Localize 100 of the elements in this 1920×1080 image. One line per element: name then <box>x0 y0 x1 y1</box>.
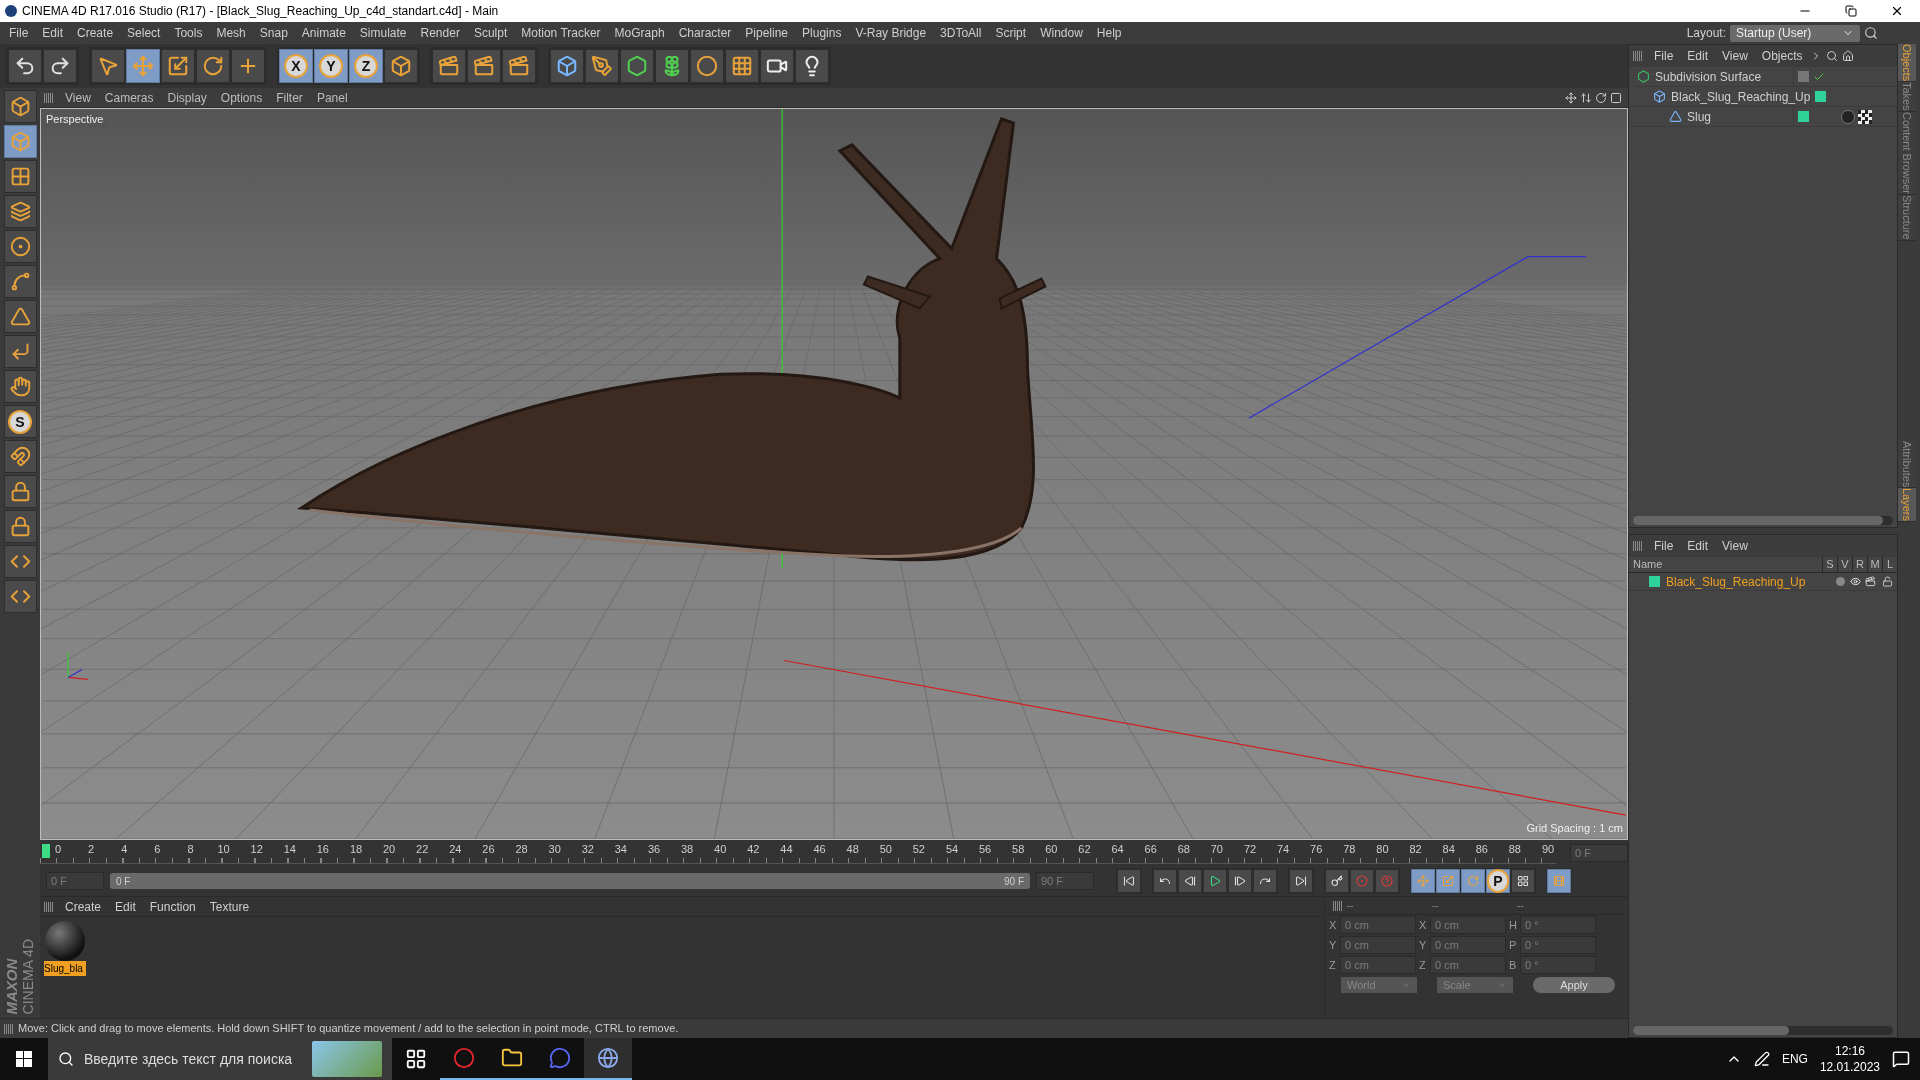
light-button[interactable] <box>795 49 829 83</box>
clapperboard-icon <box>508 55 530 77</box>
render-button[interactable] <box>432 49 466 83</box>
apply-button[interactable]: Apply <box>1533 977 1615 993</box>
coords-button[interactable] <box>384 49 418 83</box>
menu-item[interactable]: Help <box>1089 24 1129 42</box>
viewport-menu-item[interactable]: Options <box>213 88 270 107</box>
undo-icon <box>14 55 36 77</box>
material-menu-item[interactable]: Create <box>58 897 109 916</box>
menu-item[interactable]: Motion Tracker <box>514 24 608 42</box>
frame-range-bar[interactable]: 0 F 90 F <box>110 873 1030 889</box>
layout-dropdown[interactable]: Startup (User) <box>1730 24 1860 42</box>
scale-button[interactable] <box>161 49 195 83</box>
layers-menu-item[interactable]: Edit <box>1680 537 1716 555</box>
menu-item[interactable]: Edit <box>35 24 71 42</box>
play-button[interactable] <box>1203 869 1227 893</box>
axis-button[interactable]: Z <box>349 49 383 83</box>
layer-name[interactable]: Black_Slug_Reaching_Up <box>1666 572 1833 591</box>
menu-item[interactable]: Window <box>1033 24 1090 42</box>
frame-number: 12 <box>250 842 263 856</box>
select-button[interactable] <box>91 49 125 83</box>
menu-item[interactable]: Animate <box>294 24 353 42</box>
search-input[interactable]: Введите здесь текст для поиска <box>84 1048 302 1070</box>
viewport-menu-item[interactable]: Panel <box>309 88 355 107</box>
python-button[interactable] <box>3 545 37 578</box>
objects-menu-item[interactable]: Objects <box>1754 47 1810 65</box>
menu-item[interactable]: V-Ray Bridge <box>848 24 934 42</box>
lock-button[interactable] <box>3 510 37 543</box>
render-button[interactable] <box>502 49 536 83</box>
viewport-menu-item[interactable]: Cameras <box>97 88 161 107</box>
make-button[interactable] <box>3 90 37 123</box>
viewport-menu-item[interactable]: Filter <box>269 88 310 107</box>
cube-button[interactable] <box>550 49 584 83</box>
menu-item[interactable]: Mesh <box>209 24 253 42</box>
taskbar-search-field[interactable]: Введите здесь текст для поиска <box>48 1038 392 1080</box>
object-name[interactable]: Black_Slug_Reaching_Up <box>1671 87 1811 106</box>
menu-item[interactable]: Pipeline <box>738 24 796 42</box>
material-menu-item[interactable]: Function <box>142 897 203 916</box>
clock[interactable]: 12:16 12.01.2023 <box>1819 1043 1880 1075</box>
deformer-button[interactable] <box>690 49 724 83</box>
material-menu-item[interactable]: Texture <box>202 897 257 916</box>
menu-item[interactable]: Snap <box>252 24 295 42</box>
magnet-button[interactable] <box>3 440 37 473</box>
camera-button[interactable] <box>760 49 794 83</box>
objects-menu-item[interactable]: Edit <box>1680 47 1716 65</box>
floor-button[interactable] <box>725 49 759 83</box>
menu-item[interactable]: Script <box>988 24 1034 42</box>
tweak-button[interactable] <box>3 370 37 403</box>
frame-number: 50 <box>879 842 892 856</box>
viewport-menu-item[interactable]: View <box>58 88 98 107</box>
texture-button[interactable] <box>3 160 37 193</box>
viewport-menu-item[interactable]: Display <box>160 88 214 107</box>
language-indicator[interactable]: ENG <box>1781 1050 1808 1068</box>
axis-button[interactable] <box>3 335 37 368</box>
start-button[interactable] <box>1117 869 1141 893</box>
clock-time: 12:16 <box>1834 1043 1865 1059</box>
redo-button[interactable] <box>43 49 77 83</box>
subdivision-button[interactable] <box>620 49 654 83</box>
model-button[interactable] <box>3 125 37 158</box>
edges-button[interactable] <box>3 265 37 298</box>
python-button[interactable] <box>3 580 37 613</box>
layers-menu-item[interactable]: View <box>1715 537 1755 555</box>
menu-item[interactable]: File <box>2 24 36 42</box>
material-menu-item[interactable]: Edit <box>108 897 143 916</box>
end-button[interactable] <box>1289 869 1313 893</box>
chat-bubble-icon <box>549 1047 571 1069</box>
object-name[interactable]: Slug <box>1687 107 1712 126</box>
menu-item[interactable]: Tools <box>167 24 210 42</box>
pla-button[interactable] <box>1511 869 1535 893</box>
cloner-button[interactable] <box>655 49 689 83</box>
objects-menu-item[interactable]: File <box>1647 47 1681 65</box>
menu-item[interactable]: Create <box>70 24 121 42</box>
render-button[interactable] <box>467 49 501 83</box>
lock-button[interactable] <box>3 475 37 508</box>
param-button[interactable]: P <box>1486 869 1510 893</box>
objects-menu-item[interactable]: View <box>1715 47 1755 65</box>
polygons-button[interactable] <box>3 300 37 333</box>
menu-item[interactable]: Plugins <box>795 24 849 42</box>
menu-item[interactable]: Simulate <box>352 24 414 42</box>
undo-button[interactable] <box>8 49 42 83</box>
workplane-button[interactable] <box>3 195 37 228</box>
auto-button[interactable] <box>1375 869 1399 893</box>
layers-menu-item[interactable]: File <box>1647 537 1681 555</box>
object-name[interactable]: Subdivision Surface <box>1655 67 1762 86</box>
points-button[interactable] <box>3 230 37 263</box>
menu-item[interactable]: MoGraph <box>607 24 672 42</box>
snap-button[interactable]: S <box>3 405 37 438</box>
pen-button[interactable] <box>585 49 619 83</box>
menu-item[interactable]: Render <box>413 24 467 42</box>
taskbar-app-button[interactable] <box>584 1038 632 1080</box>
rotate-button[interactable] <box>196 49 230 83</box>
last-button[interactable] <box>231 49 265 83</box>
menu-item[interactable]: Select <box>120 24 168 42</box>
material-swatch[interactable]: Slug_bla <box>44 921 86 976</box>
menu-item[interactable]: Character <box>671 24 739 42</box>
keys-button[interactable] <box>1325 869 1349 893</box>
axis-button[interactable]: X <box>279 49 313 83</box>
axis-button[interactable]: Y <box>314 49 348 83</box>
menu-item[interactable]: Sculpt <box>466 24 515 42</box>
menu-item[interactable]: 3DToAll <box>933 24 989 42</box>
